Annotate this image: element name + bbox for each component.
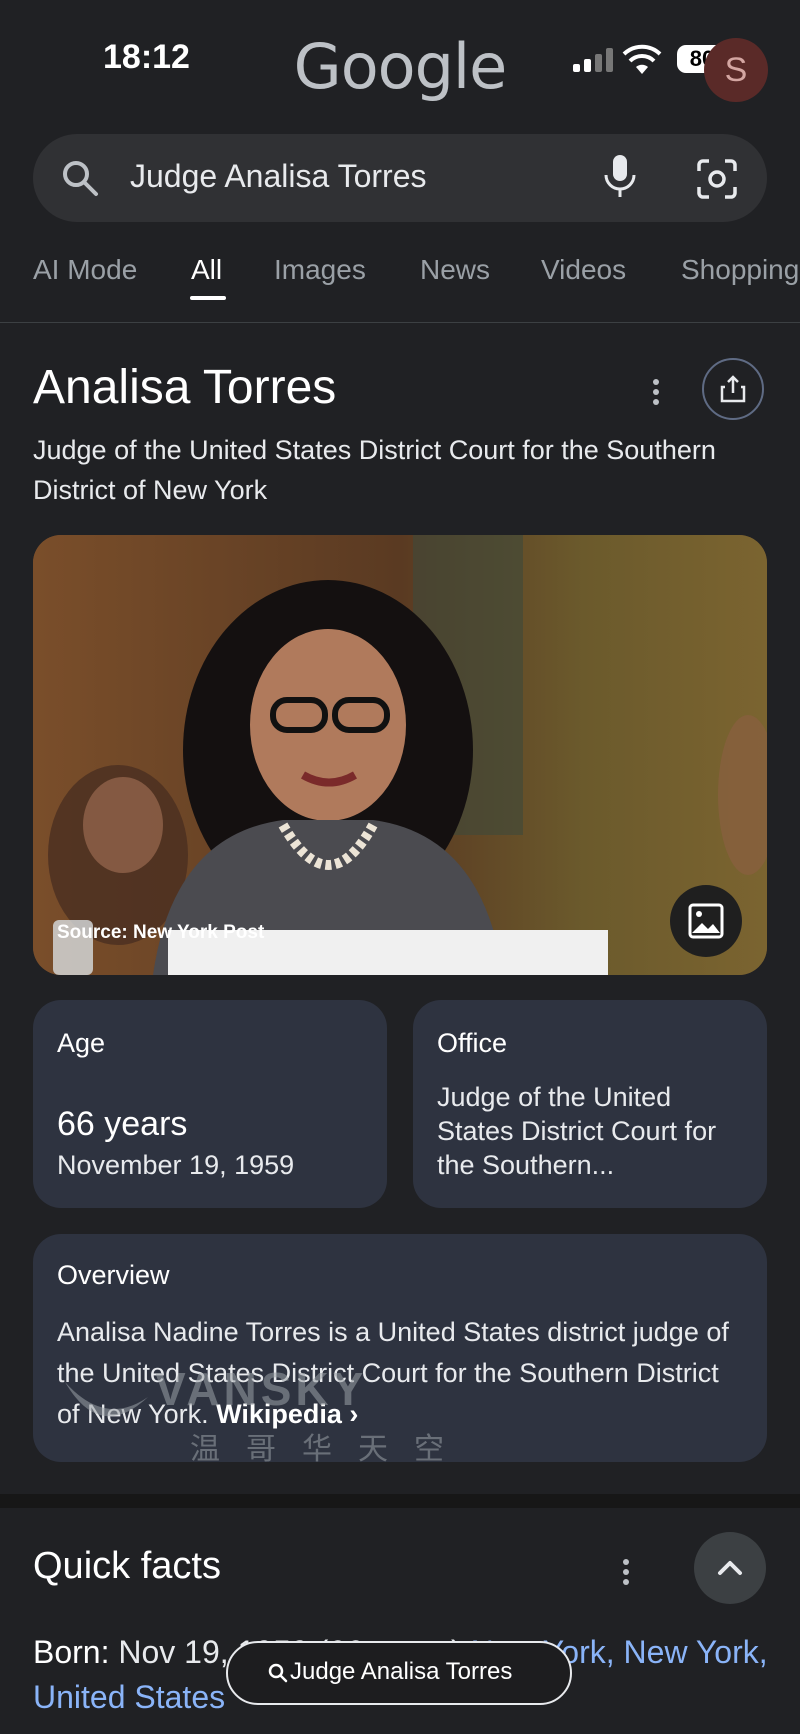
floating-search-text[interactable]: Judge Analisa Torres: [290, 1658, 512, 1686]
office-value: Judge of the United States District Cour…: [437, 1082, 717, 1180]
portrait-illustration: [33, 535, 767, 975]
watermark-swoosh-icon: [65, 1382, 148, 1417]
share-icon: [720, 375, 746, 403]
account-avatar[interactable]: S: [704, 38, 768, 102]
overview-label: Overview: [57, 1260, 170, 1290]
watermark-text: VANSKY: [155, 1363, 368, 1415]
camera-lens-icon[interactable]: [695, 157, 739, 201]
cellular-signal-icon: [573, 48, 613, 72]
search-tabs: AI Mode All Images News Videos Shopping: [0, 248, 800, 323]
birth-date: November 19, 1959: [57, 1150, 295, 1180]
search-icon: [268, 1663, 288, 1683]
tab-images[interactable]: Images: [274, 254, 366, 286]
age-value: 66 years: [57, 1105, 188, 1143]
entity-photo[interactable]: [33, 535, 767, 975]
entity-subtitle: Judge of the United States District Cour…: [33, 435, 716, 505]
office-label: Office: [437, 1028, 508, 1058]
microphone-icon[interactable]: [602, 153, 638, 201]
section-divider: [0, 1494, 800, 1508]
entity-title: Analisa Torres: [33, 361, 337, 414]
search-icon: [63, 161, 98, 196]
age-card[interactable]: Age 66 years November 19, 1959: [33, 1000, 387, 1208]
scroll-to-top-button[interactable]: [694, 1532, 766, 1604]
image-gallery-button[interactable]: [670, 885, 742, 957]
image-source-caption[interactable]: Source: New York Post: [57, 922, 264, 944]
tab-all[interactable]: All: [191, 254, 222, 286]
share-button[interactable]: [702, 358, 764, 420]
quick-facts-more-icon[interactable]: [612, 1552, 640, 1592]
watermark-logo: VANSKY 温哥华天空: [60, 1362, 480, 1472]
born-label: Born:: [33, 1634, 110, 1670]
chevron-up-icon: [718, 1561, 742, 1575]
quick-facts-title: Quick facts: [33, 1545, 221, 1587]
office-card[interactable]: Office Judge of the United States Distri…: [413, 1000, 767, 1208]
image-icon: [688, 903, 724, 939]
tab-shopping[interactable]: Shopping: [681, 254, 799, 286]
active-tab-indicator: [190, 296, 226, 300]
tab-news[interactable]: News: [420, 254, 490, 286]
tab-ai-mode[interactable]: AI Mode: [33, 254, 137, 286]
more-options-icon[interactable]: [642, 372, 670, 412]
search-input[interactable]: Judge Analisa Torres: [130, 158, 426, 195]
tab-videos[interactable]: Videos: [541, 254, 626, 286]
wifi-icon: [622, 44, 662, 74]
watermark-subtext: 温哥华天空: [190, 1433, 470, 1466]
age-label: Age: [57, 1028, 106, 1058]
